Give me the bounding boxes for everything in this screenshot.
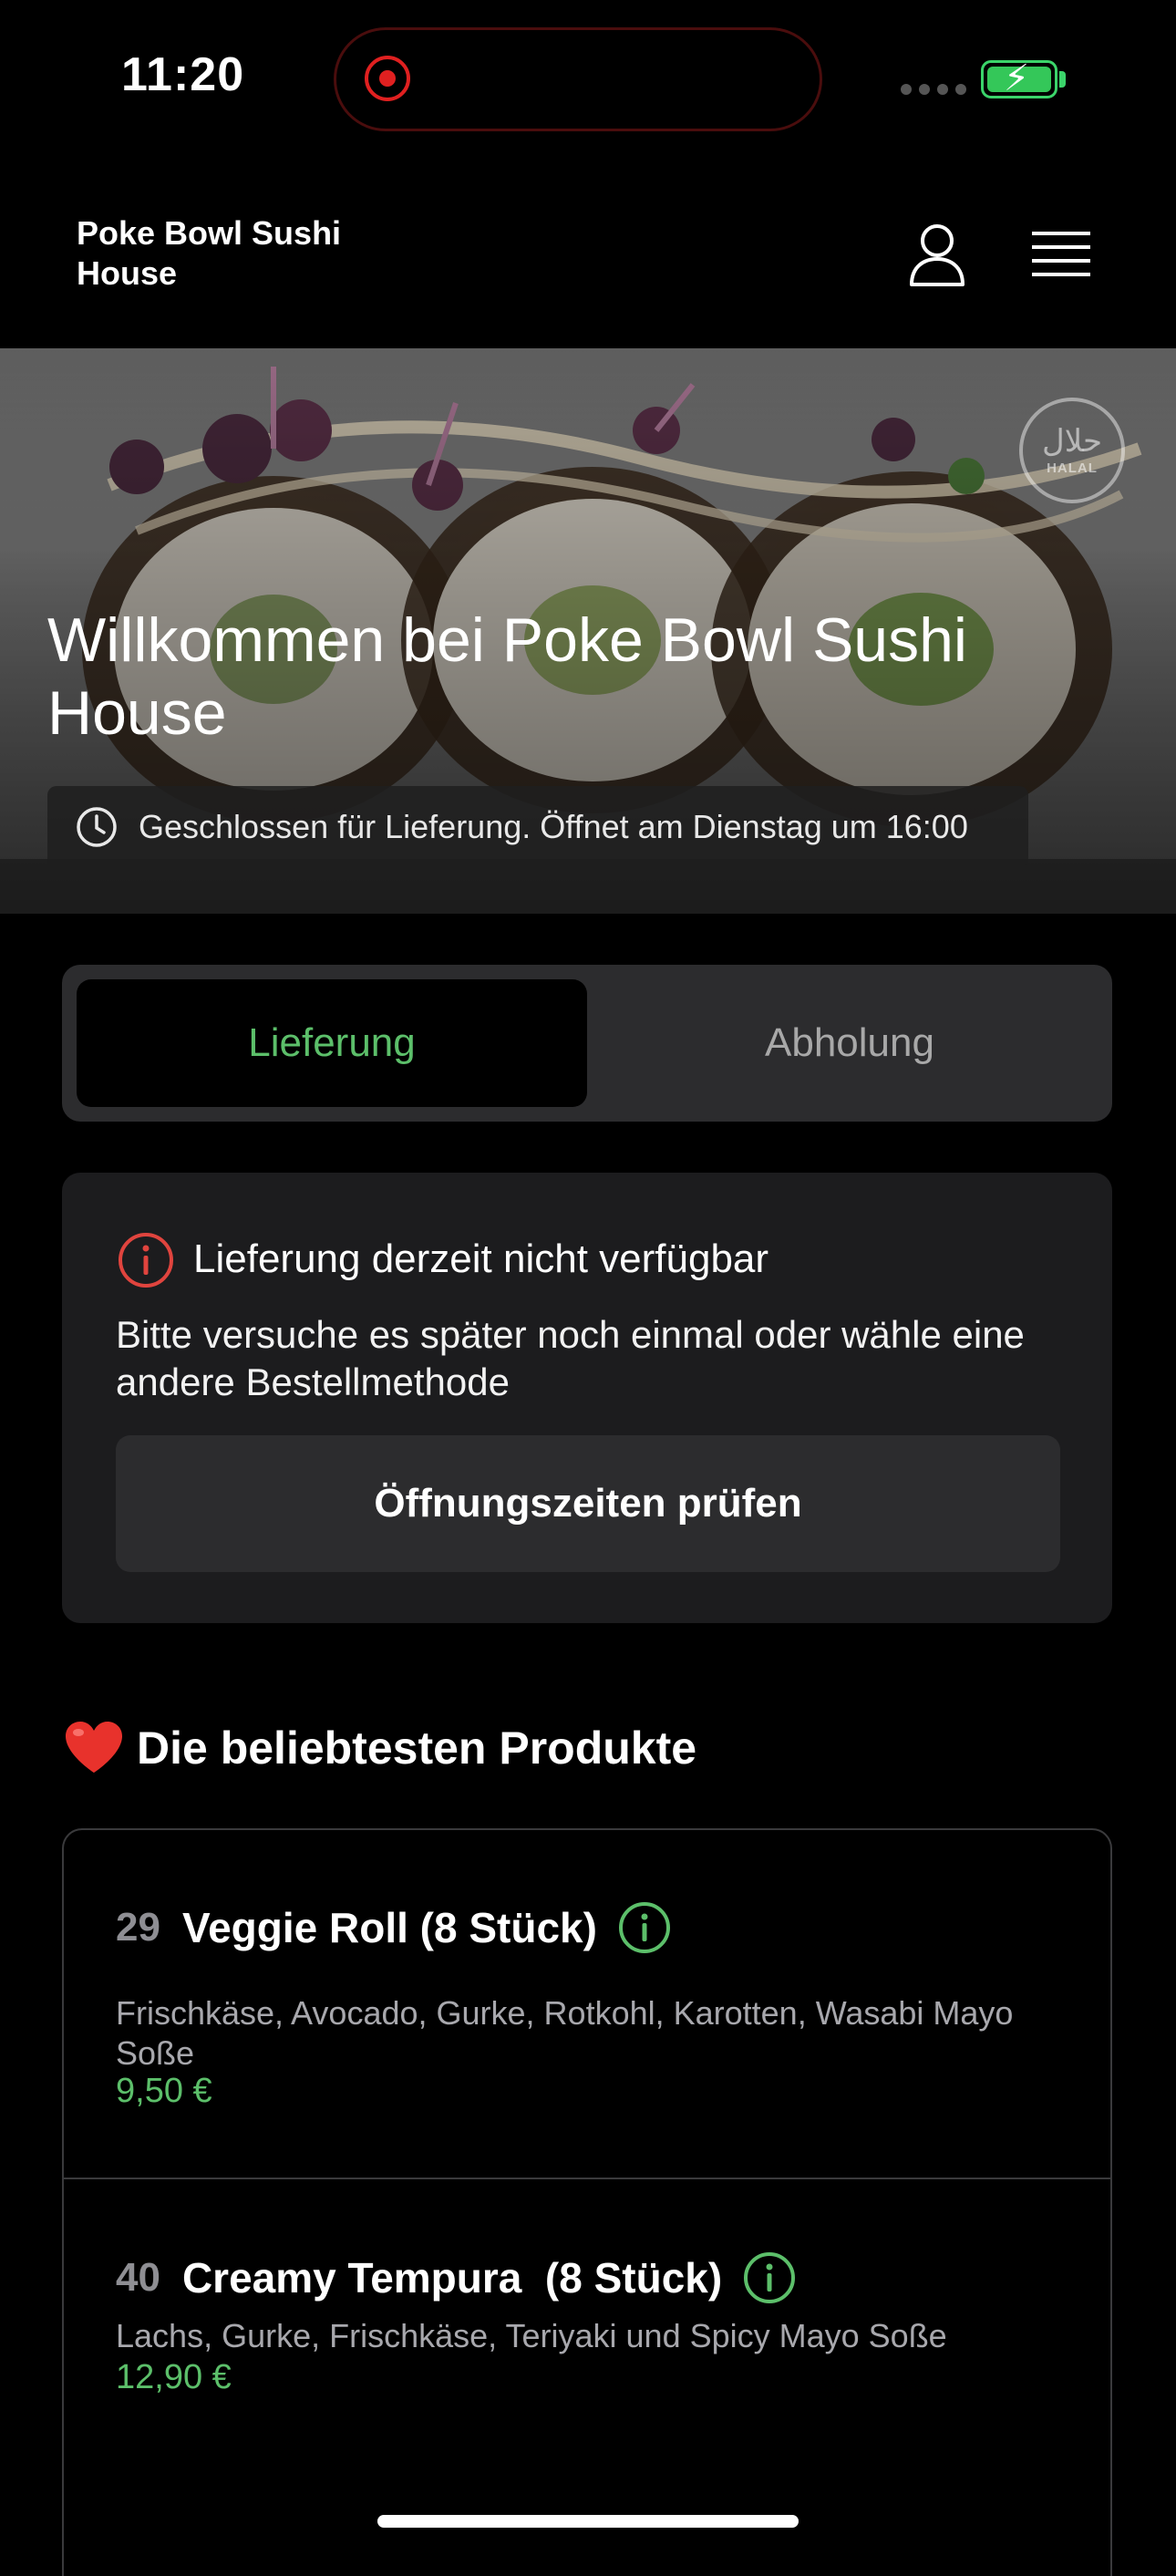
product-price: 12,90 €	[116, 2358, 232, 2396]
info-icon[interactable]	[617, 1900, 672, 1955]
product-number: 40	[116, 2255, 160, 2300]
home-indicator[interactable]	[377, 2515, 799, 2528]
battery-tip	[1059, 71, 1066, 88]
popular-products-heading: Die beliebtesten Produkte	[137, 1723, 697, 1774]
product-row[interactable]: 29 Veggie Roll (8 Stück)	[116, 1900, 672, 1955]
closed-status-badge: Geschlossen für Lieferung. Öffnet am Die…	[47, 786, 1028, 868]
product-name[interactable]: Creamy Tempura (8 Stück)	[182, 2253, 722, 2302]
welcome-title: Willkommen bei Poke Bowl Sushi House	[47, 605, 968, 748]
tab-lieferung[interactable]: Lieferung	[77, 979, 587, 1107]
product-row[interactable]: 40 Creamy Tempura (8 Stück)	[116, 2250, 797, 2305]
heart-icon	[66, 1722, 122, 1773]
clock-icon	[77, 807, 117, 847]
product-price: 9,50 €	[116, 2072, 212, 2110]
divider	[64, 2178, 1112, 2179]
status-time: 11:20	[121, 48, 245, 101]
halal-label: HALAL	[1047, 460, 1098, 476]
product-name[interactable]: Veggie Roll (8 Stück)	[182, 1903, 597, 1952]
restaurant-name[interactable]: Poke Bowl Sushi House	[77, 213, 387, 294]
notice-body: Bitte versuche es später noch einmal ode…	[116, 1313, 1025, 1403]
info-icon[interactable]	[742, 2250, 797, 2305]
product-description: Lachs, Gurke, Frischkäse, Teriyaki und S…	[116, 2317, 947, 2354]
screen-recording-icon	[365, 56, 410, 101]
battery-icon: ⚡	[981, 58, 1057, 98]
product-description: Frischkäse, Avocado, Gurke, Rotkohl, Kar…	[116, 1994, 1014, 2072]
charging-bolt-icon: ⚡	[1004, 58, 1030, 98]
halal-badge: حلال HALAL	[1019, 398, 1125, 503]
notice-title: Lieferung derzeit nicht verfügbar	[193, 1236, 769, 1281]
user-icon[interactable]	[908, 222, 966, 288]
product-number: 29	[116, 1905, 160, 1950]
halal-arabic: حلال	[1041, 422, 1102, 460]
tab-abholung[interactable]: Abholung	[602, 979, 1098, 1107]
alert-info-icon	[119, 1233, 173, 1288]
check-opening-hours-button[interactable]: Öffnungszeiten prüfen	[116, 1435, 1060, 1572]
closed-status-text: Geschlossen für Lieferung. Öffnet am Die…	[139, 808, 968, 845]
cellular-signal-icon	[901, 84, 966, 95]
menu-icon[interactable]	[1032, 230, 1090, 281]
